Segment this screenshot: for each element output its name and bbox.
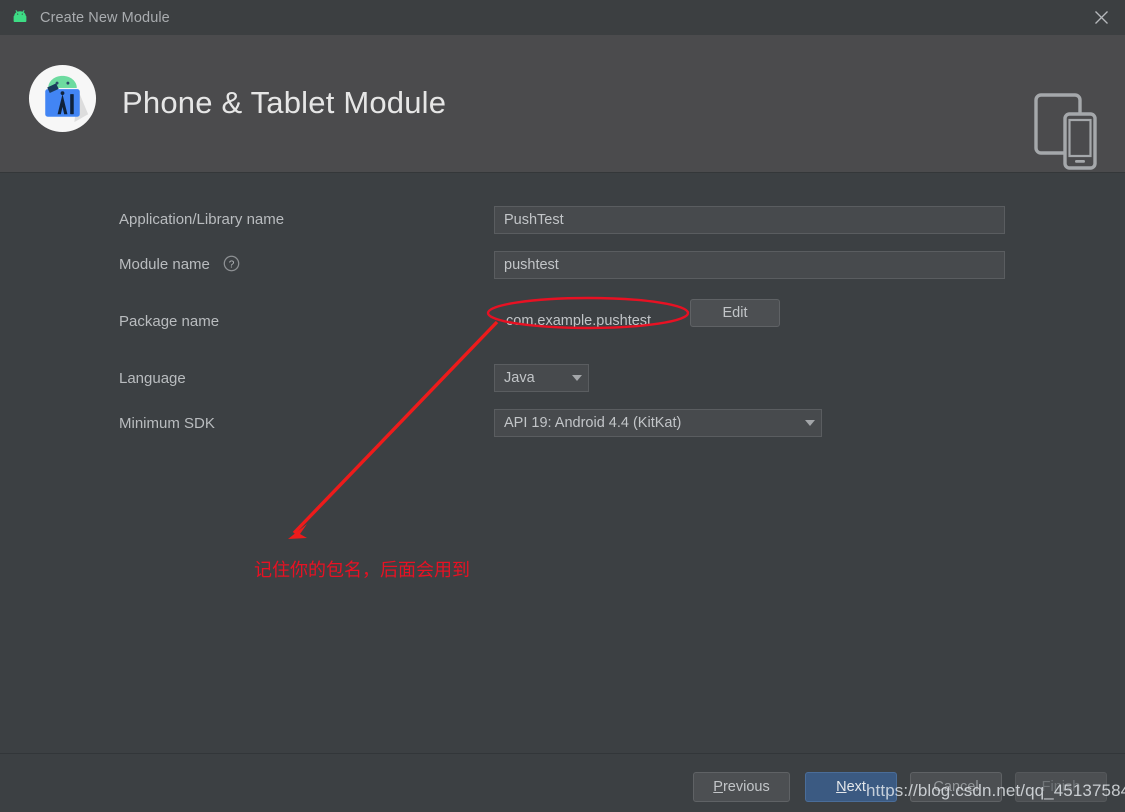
form-body: Application/Library name Module name ? P… — [0, 173, 1125, 753]
language-combobox-value: Java — [504, 370, 535, 386]
label-language: Language — [119, 370, 186, 387]
label-application-name: Application/Library name — [119, 211, 285, 228]
label-package-name: Package name — [119, 313, 220, 330]
chevron-down-icon — [566, 375, 588, 381]
application-name-input[interactable] — [494, 206, 1005, 234]
page-title: Phone & Tablet Module — [122, 85, 447, 120]
previous-button-label: revious — [722, 779, 770, 795]
android-studio-module-icon — [28, 64, 97, 133]
create-new-module-dialog: Create New Module Phone & Tablet Module — [0, 0, 1125, 812]
dialog-header: Phone & Tablet Module — [0, 35, 1125, 173]
android-head-icon — [13, 9, 27, 22]
chevron-down-icon — [799, 420, 821, 426]
previous-button[interactable]: Previous — [693, 772, 790, 802]
help-circle-icon[interactable]: ? — [223, 255, 240, 276]
window-title: Create New Module — [40, 9, 170, 26]
label-minimum-sdk: Minimum SDK — [119, 415, 215, 432]
package-name-value: com.example.pushtest — [506, 313, 652, 329]
previous-button-mnemonic: P — [713, 779, 723, 795]
minimum-sdk-combobox[interactable]: API 19: Android 4.4 (KitKat) — [494, 409, 822, 437]
edit-package-button[interactable]: Edit — [690, 299, 780, 327]
window-titlebar: Create New Module — [0, 0, 1125, 36]
minimum-sdk-combobox-value: API 19: Android 4.4 (KitKat) — [504, 415, 682, 431]
next-button-mnemonic: N — [836, 779, 847, 795]
label-module-name: Module name ? — [119, 255, 240, 276]
phone-and-tablet-icon — [1034, 93, 1097, 170]
close-icon[interactable] — [1077, 0, 1125, 35]
language-combobox[interactable]: Java — [494, 364, 589, 392]
next-button-label: ext — [846, 779, 866, 795]
module-name-input[interactable] — [494, 251, 1005, 279]
svg-text:?: ? — [229, 259, 235, 270]
label-module-name-text: Module name — [119, 256, 210, 273]
watermark-url: https://blog.csdn.net/qq_45137584 — [866, 781, 1125, 800]
